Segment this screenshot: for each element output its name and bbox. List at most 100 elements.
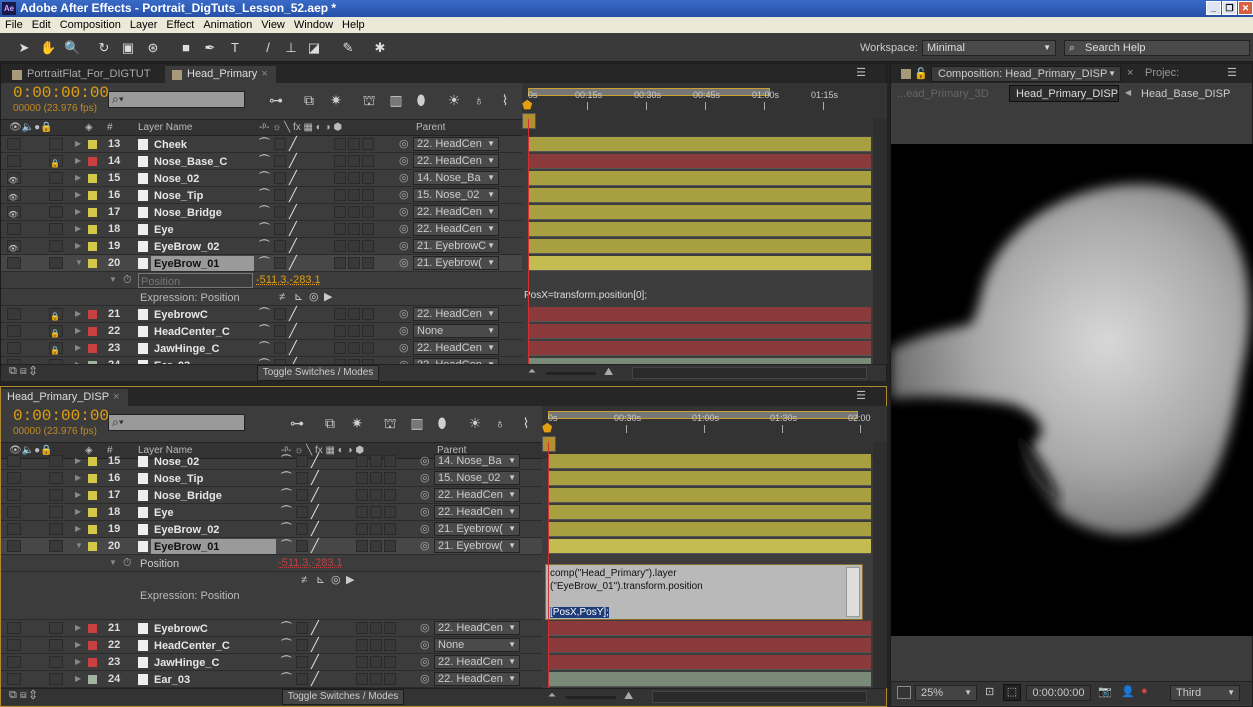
parent-dropdown[interactable]: 22. HeadCen ▼ <box>413 154 499 168</box>
quality-switch[interactable] <box>274 223 286 235</box>
quality-line-icon[interactable]: ╱ <box>289 323 297 339</box>
video-switch[interactable]: 👁 <box>7 189 21 202</box>
lock-switch[interactable] <box>49 656 63 668</box>
layer-row[interactable]: 👁 ▶ 17 Nose_Bridge ⏜ ╱ ◎ 22. HeadCen ▼ <box>1 204 522 221</box>
comp-mini-flowchart-icon[interactable]: ⊶ <box>266 91 286 109</box>
layer-switch[interactable] <box>384 472 396 484</box>
label-color[interactable] <box>88 140 97 149</box>
layer-switch[interactable] <box>384 455 396 467</box>
layer-duration-bar[interactable] <box>548 638 871 653</box>
layer-switch[interactable] <box>348 240 360 252</box>
pick-whip-icon[interactable]: ◎ <box>420 637 430 653</box>
shy-switch-icon[interactable]: ⏜ <box>259 306 270 322</box>
shy-switch-icon[interactable]: ⏜ <box>259 170 270 186</box>
video-switch[interactable] <box>7 656 21 668</box>
parent-dropdown[interactable]: 14. Nose_Ba ▼ <box>434 454 520 468</box>
video-switch[interactable] <box>7 257 21 269</box>
parent-dropdown[interactable]: 22. HeadCen ▼ <box>434 672 520 686</box>
lock-switch[interactable] <box>49 472 63 484</box>
quality-switch[interactable] <box>274 206 286 218</box>
parent-dropdown[interactable]: 21. EyebrowC ▼ <box>413 239 499 253</box>
layer-duration-bar[interactable] <box>548 655 871 670</box>
label-color[interactable] <box>88 491 97 500</box>
quality-line-icon[interactable]: ╱ <box>289 187 297 203</box>
menu-window[interactable]: Window <box>294 19 333 31</box>
layer-switch[interactable] <box>362 308 374 320</box>
layer-switch[interactable] <box>384 673 396 685</box>
layer-switch[interactable] <box>356 622 368 634</box>
shy-switch-icon[interactable]: ⏜ <box>259 323 270 339</box>
layer-name[interactable]: EyeBrow_01 <box>151 256 254 271</box>
lock-switch[interactable] <box>49 240 63 252</box>
layer-name[interactable]: EyebrowC <box>151 307 254 322</box>
shy-switch-icon[interactable]: ⏜ <box>281 654 292 670</box>
draft-3d-icon[interactable]: ⧉ <box>320 414 340 432</box>
parent-dropdown[interactable]: 14. Nose_Ba ▼ <box>413 171 499 185</box>
layer-row[interactable]: ▶ 23 JawHinge_C ⏜ ╱ ◎ 22. HeadCen ▼ <box>1 654 542 671</box>
stopwatch-icon[interactable]: ⏱ <box>123 272 132 288</box>
layer-row[interactable]: ▶ 18 Eye ⏜ ╱ ◎ 22. HeadCen ▼ <box>1 504 542 521</box>
expand-triangle-icon[interactable]: ▶ <box>75 453 81 469</box>
quality-line-icon[interactable]: ╱ <box>289 255 297 271</box>
shy-switch-icon[interactable]: ⏜ <box>281 487 292 503</box>
layer-name[interactable]: EyebrowC <box>151 621 276 636</box>
vertical-scrollbar[interactable] <box>873 442 887 688</box>
layer-duration-bar[interactable] <box>528 154 871 169</box>
layer-row[interactable]: ▶ 13 Cheek ⏜ ╱ ◎ 22. HeadCen ▼ <box>1 136 522 153</box>
layer-switch[interactable] <box>370 622 382 634</box>
expand-triangle-icon[interactable]: ▶ <box>75 521 81 537</box>
layer-row[interactable]: ▶ 15 Nose_02 ⏜ ╱ ◎ 14. Nose_Ba ▼ <box>1 453 542 470</box>
layer-duration-bar[interactable] <box>528 222 871 237</box>
layer-switch[interactable] <box>356 540 368 552</box>
quality-switch[interactable] <box>296 622 308 634</box>
parent-dropdown[interactable]: 22. HeadCen ▼ <box>434 621 520 635</box>
quality-switch[interactable] <box>296 472 308 484</box>
layer-switch[interactable] <box>362 223 374 235</box>
parent-dropdown[interactable]: 21. Eyebrow(▼ <box>413 256 499 270</box>
layer-search-input[interactable]: ⌕▾ <box>108 414 245 431</box>
video-switch[interactable] <box>7 223 21 235</box>
label-color[interactable] <box>88 174 97 183</box>
expand-triangle-open-icon[interactable]: ▼ <box>75 538 83 554</box>
quality-line-icon[interactable]: ╱ <box>311 671 319 687</box>
expand-triangle-icon[interactable]: ▶ <box>75 620 81 636</box>
layer-row[interactable]: 👁 ▶ 16 Nose_Tip ⏜ ╱ ◎ 15. Nose_02 ▼ <box>1 187 522 204</box>
motion-blur-icon[interactable]: ▥ <box>407 414 427 432</box>
shy-switch-icon[interactable]: ⏜ <box>259 153 270 169</box>
expand-triangle-icon[interactable]: ▶ <box>75 637 81 653</box>
region-of-interest-icon[interactable]: ⊡ <box>985 685 994 698</box>
property-row-position[interactable]: ▼ ⏱ Position -511.3,-283.1 <box>1 555 542 572</box>
pick-whip-icon[interactable]: ◎ <box>399 221 409 237</box>
layer-switch[interactable] <box>348 206 360 218</box>
layer-row[interactable]: 🔒 ▶ 23 JawHinge_C ⏜ ╱ ◎ 22. HeadCen ▼ <box>1 340 522 357</box>
layer-duration-bar[interactable] <box>528 324 871 339</box>
quality-line-icon[interactable]: ╱ <box>289 306 297 322</box>
video-switch[interactable] <box>7 155 21 167</box>
lock-switch[interactable] <box>49 455 63 467</box>
pick-whip-icon[interactable]: ◎ <box>399 204 409 220</box>
tab-portraitflat[interactable]: PortraitFlat_For_DIGTUT <box>5 66 158 83</box>
layer-name[interactable]: Eye <box>151 505 276 520</box>
pick-whip-icon[interactable]: ◎ <box>420 504 430 520</box>
expand-triangle-open-icon[interactable]: ▼ <box>75 255 83 271</box>
quality-switch[interactable] <box>296 540 308 552</box>
video-switch[interactable] <box>7 506 21 518</box>
parent-dropdown[interactable]: 21. Eyebrow(▼ <box>434 522 520 536</box>
quality-switch[interactable] <box>274 138 286 150</box>
expression-enable-icon[interactable]: ≠ <box>279 289 285 305</box>
layer-row[interactable]: ▶ 18 Eye ⏜ ╱ ◎ 22. HeadCen ▼ <box>1 221 522 238</box>
rectangle-tool-icon[interactable]: ■ <box>178 40 194 56</box>
motion-blur-icon[interactable]: ▥ <box>386 91 406 109</box>
layer-switch[interactable] <box>348 189 360 201</box>
expression-pickwhip-icon[interactable]: ◎ <box>331 572 341 588</box>
layer-name[interactable]: Nose_02 <box>151 454 276 469</box>
hand-tool-icon[interactable]: ✋ <box>40 40 56 56</box>
lock-switch[interactable] <box>49 540 63 552</box>
rotate-tool-icon[interactable]: ↻ <box>96 40 112 56</box>
layer-row[interactable]: ▶ 24 Ear_03 ⏜ ╱ ◎ 22. HeadCen ▼ <box>1 671 542 688</box>
pick-whip-icon[interactable]: ◎ <box>420 538 430 554</box>
lock-switch[interactable]: 🔒 <box>49 308 63 321</box>
layer-switch[interactable] <box>370 540 382 552</box>
lock-switch[interactable]: 🔒 <box>49 342 63 355</box>
transparency-grid-icon[interactable]: ⬚ <box>1003 684 1021 701</box>
